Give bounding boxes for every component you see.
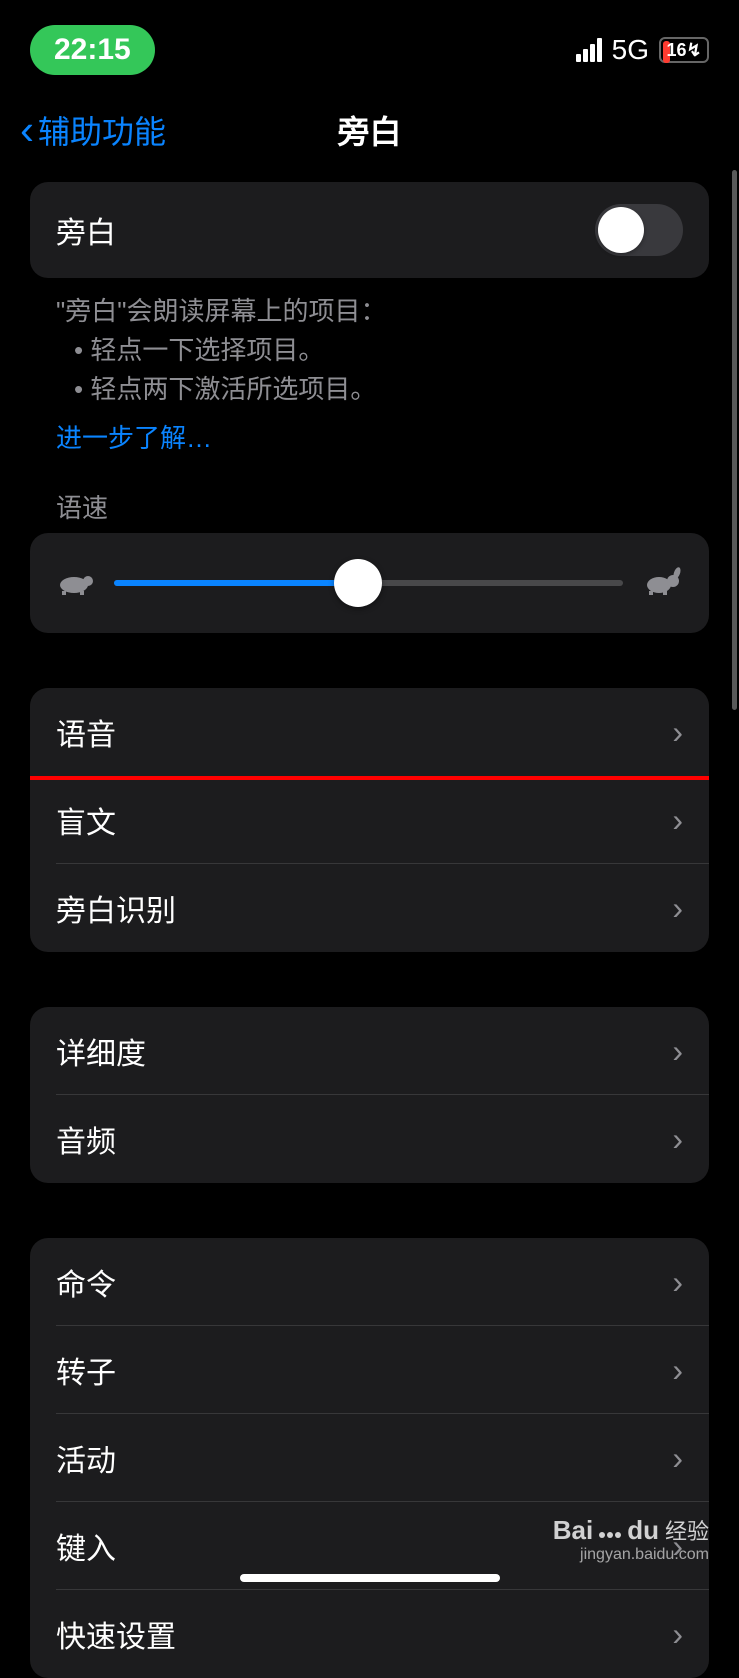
activities-row[interactable]: 活动 › — [30, 1414, 709, 1502]
voiceover-recognition-row[interactable]: 旁白识别 › — [30, 864, 709, 952]
chevron-right-icon: › — [672, 1616, 683, 1653]
scroll-indicator[interactable] — [732, 170, 737, 710]
battery-icon: 16↯ — [659, 37, 709, 63]
voice-row[interactable]: 语音 › — [30, 688, 709, 776]
chevron-left-icon: ‹ — [20, 106, 34, 154]
voiceover-label: 旁白 — [56, 208, 116, 252]
speed-header: 语速 — [30, 458, 709, 533]
speed-slider[interactable] — [114, 563, 623, 603]
watermark: Baidu 经验 jingyan.baidu.com — [553, 1514, 709, 1564]
learn-more-link[interactable]: 进一步了解… — [56, 419, 683, 458]
page-title: 旁白 — [337, 107, 401, 153]
audio-row[interactable]: 音频 › — [30, 1095, 709, 1183]
chevron-right-icon: › — [672, 1264, 683, 1301]
verbosity-row[interactable]: 详细度 › — [30, 1007, 709, 1095]
status-bar: 22:15 5G 16↯ — [0, 0, 739, 90]
voiceover-toggle-group: 旁白 — [30, 182, 709, 278]
chevron-right-icon: › — [672, 1121, 683, 1158]
quick-settings-row[interactable]: 快速设置 › — [30, 1590, 709, 1678]
settings-group-1: 语音 › 盲文 › 旁白识别 › — [30, 688, 709, 952]
back-label: 辅助功能 — [38, 107, 166, 153]
navigation-bar: ‹ 辅助功能 旁白 — [0, 90, 739, 182]
time-pill[interactable]: 22:15 — [30, 25, 155, 75]
settings-group-2: 详细度 › 音频 › — [30, 1007, 709, 1183]
voiceover-toggle-cell[interactable]: 旁白 — [30, 182, 709, 278]
commands-row[interactable]: 命令 › — [30, 1238, 709, 1326]
rotor-row[interactable]: 转子 › — [30, 1326, 709, 1414]
settings-group-3: 命令 › 转子 › 活动 › 键入 › 快速设置 › — [30, 1238, 709, 1678]
status-right: 5G 16↯ — [576, 34, 709, 66]
signal-icon — [576, 38, 602, 62]
turtle-icon — [56, 562, 94, 604]
back-button[interactable]: ‹ 辅助功能 — [20, 106, 166, 154]
home-indicator[interactable] — [240, 1574, 500, 1582]
chevron-right-icon: › — [672, 1440, 683, 1477]
chevron-right-icon: › — [672, 890, 683, 927]
slider-thumb[interactable] — [334, 559, 382, 607]
speed-slider-cell — [30, 533, 709, 633]
highlighted-voice-row: 语音 › — [30, 688, 709, 780]
chevron-right-icon: › — [672, 802, 683, 839]
voiceover-description: "旁白"会朗读屏幕上的项目： • 轻点一下选择项目。 • 轻点两下激活所选项目。… — [30, 278, 709, 458]
chevron-right-icon: › — [672, 714, 683, 751]
network-label: 5G — [612, 34, 649, 66]
braille-row[interactable]: 盲文 › — [30, 776, 709, 864]
voiceover-switch[interactable] — [595, 204, 683, 256]
chevron-right-icon: › — [672, 1352, 683, 1389]
rabbit-icon — [643, 562, 683, 604]
chevron-right-icon: › — [672, 1033, 683, 1070]
